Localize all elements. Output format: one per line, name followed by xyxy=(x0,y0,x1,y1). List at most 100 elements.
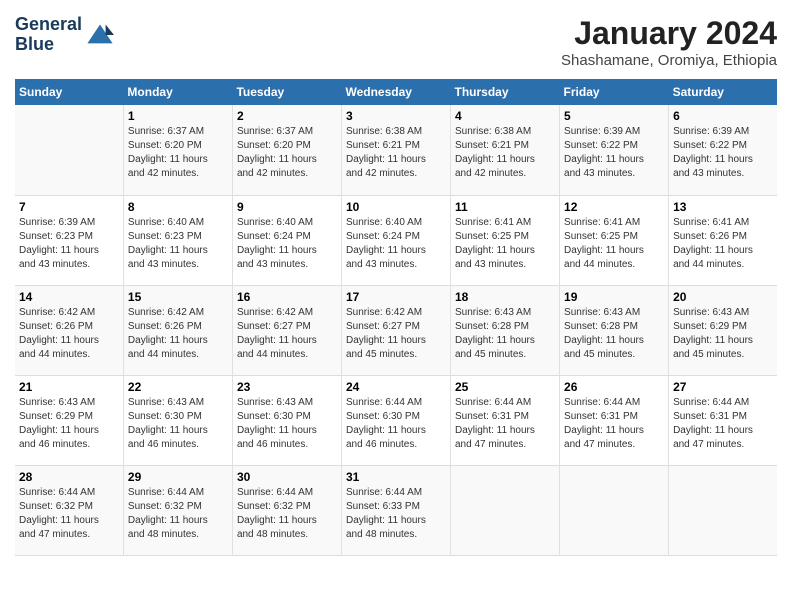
logo: GeneralBlue xyxy=(15,15,114,55)
day-info: Sunrise: 6:43 AMSunset: 6:29 PMDaylight:… xyxy=(19,396,119,452)
calendar-cell: 12 Sunrise: 6:41 AMSunset: 6:25 PMDayligh… xyxy=(560,195,669,285)
day-info: Sunrise: 6:39 AMSunset: 6:23 PMDaylight:… xyxy=(19,216,119,272)
calendar-cell: 17Sunrise: 6:42 AMSunset: 6:27 PMDayligh… xyxy=(341,285,450,375)
day-info: Sunrise: 6:43 AMSunset: 6:28 PMDaylight:… xyxy=(564,306,664,362)
calendar-cell: 3 Sunrise: 6:38 AMSunset: 6:21 PMDaylight… xyxy=(341,105,450,195)
day-number: 23 xyxy=(237,380,337,394)
day-number: 13 xyxy=(673,200,773,214)
calendar-cell: 9 Sunrise: 6:40 AMSunset: 6:24 PMDaylight… xyxy=(232,195,341,285)
day-number: 22 xyxy=(128,380,228,394)
day-info: Sunrise: 6:43 AMSunset: 6:29 PMDaylight:… xyxy=(673,306,773,362)
day-number: 21 xyxy=(19,380,119,394)
day-info: Sunrise: 6:42 AMSunset: 6:26 PMDaylight:… xyxy=(128,306,228,362)
day-number: 30 xyxy=(237,470,337,484)
column-header-wednesday: Wednesday xyxy=(341,79,450,105)
calendar-cell: 20 Sunrise: 6:43 AMSunset: 6:29 PMDayligh… xyxy=(669,285,777,375)
day-number: 24 xyxy=(346,380,446,394)
day-info: Sunrise: 6:43 AMSunset: 6:28 PMDaylight:… xyxy=(455,306,555,362)
page-header: GeneralBlue January 2024 Shashamane, Oro… xyxy=(15,15,777,69)
logo-icon xyxy=(86,21,114,49)
calendar-cell: 7Sunrise: 6:39 AMSunset: 6:23 PMDaylight… xyxy=(15,195,123,285)
day-number: 20 xyxy=(673,290,773,304)
column-header-tuesday: Tuesday xyxy=(232,79,341,105)
calendar-cell: 24 Sunrise: 6:44 AMSunset: 6:30 PMDayligh… xyxy=(341,375,450,465)
day-info: Sunrise: 6:44 AMSunset: 6:33 PMDaylight:… xyxy=(346,486,446,542)
day-number: 25 xyxy=(455,380,555,394)
header-row: SundayMondayTuesdayWednesdayThursdayFrid… xyxy=(15,79,777,105)
calendar-cell: 18 Sunrise: 6:43 AMSunset: 6:28 PMDayligh… xyxy=(451,285,560,375)
day-number: 27 xyxy=(673,380,773,394)
calendar-cell: 8 Sunrise: 6:40 AMSunset: 6:23 PMDaylight… xyxy=(123,195,232,285)
day-number: 16 xyxy=(237,290,337,304)
calendar-cell: 23 Sunrise: 6:43 AMSunset: 6:30 PMDayligh… xyxy=(232,375,341,465)
day-info: Sunrise: 6:42 AMSunset: 6:27 PMDaylight:… xyxy=(237,306,337,362)
day-info: Sunrise: 6:41 AMSunset: 6:25 PMDaylight:… xyxy=(564,216,664,272)
calendar-cell: 26Sunrise: 6:44 AMSunset: 6:31 PMDayligh… xyxy=(560,375,669,465)
calendar-cell xyxy=(15,105,123,195)
day-info: Sunrise: 6:43 AMSunset: 6:30 PMDaylight:… xyxy=(237,396,337,452)
day-info: Sunrise: 6:44 AMSunset: 6:30 PMDaylight:… xyxy=(346,396,446,452)
column-header-sunday: Sunday xyxy=(15,79,123,105)
day-number: 31 xyxy=(346,470,446,484)
day-number: 4 xyxy=(455,109,555,123)
day-info: Sunrise: 6:44 AMSunset: 6:32 PMDaylight:… xyxy=(19,486,119,542)
day-number: 8 xyxy=(128,200,228,214)
main-title: January 2024 xyxy=(561,15,777,52)
day-number: 29 xyxy=(128,470,228,484)
week-row-5: 28 Sunrise: 6:44 AMSunset: 6:32 PMDayligh… xyxy=(15,465,777,555)
day-info: Sunrise: 6:40 AMSunset: 6:23 PMDaylight:… xyxy=(128,216,228,272)
column-header-saturday: Saturday xyxy=(669,79,777,105)
day-info: Sunrise: 6:44 AMSunset: 6:31 PMDaylight:… xyxy=(455,396,555,452)
day-info: Sunrise: 6:41 AMSunset: 6:26 PMDaylight:… xyxy=(673,216,773,272)
day-info: Sunrise: 6:41 AMSunset: 6:25 PMDaylight:… xyxy=(455,216,555,272)
day-number: 1 xyxy=(128,109,228,123)
calendar-table: SundayMondayTuesdayWednesdayThursdayFrid… xyxy=(15,79,777,556)
subtitle: Shashamane, Oromiya, Ethiopia xyxy=(561,52,777,69)
column-header-monday: Monday xyxy=(123,79,232,105)
day-number: 2 xyxy=(237,109,337,123)
calendar-cell: 30 Sunrise: 6:44 AMSunset: 6:32 PMDayligh… xyxy=(232,465,341,555)
calendar-cell: 5Sunrise: 6:39 AMSunset: 6:22 PMDaylight… xyxy=(560,105,669,195)
calendar-cell: 22Sunrise: 6:43 AMSunset: 6:30 PMDayligh… xyxy=(123,375,232,465)
column-header-friday: Friday xyxy=(560,79,669,105)
day-info: Sunrise: 6:44 AMSunset: 6:31 PMDaylight:… xyxy=(564,396,664,452)
day-number: 28 xyxy=(19,470,119,484)
calendar-cell: 2 Sunrise: 6:37 AMSunset: 6:20 PMDaylight… xyxy=(232,105,341,195)
calendar-cell: 16 Sunrise: 6:42 AMSunset: 6:27 PMDayligh… xyxy=(232,285,341,375)
column-header-thursday: Thursday xyxy=(451,79,560,105)
day-number: 18 xyxy=(455,290,555,304)
day-number: 3 xyxy=(346,109,446,123)
calendar-cell xyxy=(560,465,669,555)
day-number: 6 xyxy=(673,109,773,123)
day-number: 15 xyxy=(128,290,228,304)
calendar-cell: 21 Sunrise: 6:43 AMSunset: 6:29 PMDayligh… xyxy=(15,375,123,465)
calendar-cell: 27Sunrise: 6:44 AMSunset: 6:31 PMDayligh… xyxy=(669,375,777,465)
day-number: 5 xyxy=(564,109,664,123)
day-number: 9 xyxy=(237,200,337,214)
calendar-cell: 15 Sunrise: 6:42 AMSunset: 6:26 PMDayligh… xyxy=(123,285,232,375)
day-number: 12 xyxy=(564,200,664,214)
week-row-3: 14 Sunrise: 6:42 AMSunset: 6:26 PMDayligh… xyxy=(15,285,777,375)
calendar-cell xyxy=(669,465,777,555)
calendar-cell: 13 Sunrise: 6:41 AMSunset: 6:26 PMDayligh… xyxy=(669,195,777,285)
calendar-cell: 10Sunrise: 6:40 AMSunset: 6:24 PMDayligh… xyxy=(341,195,450,285)
calendar-cell: 25 Sunrise: 6:44 AMSunset: 6:31 PMDayligh… xyxy=(451,375,560,465)
day-info: Sunrise: 6:37 AMSunset: 6:20 PMDaylight:… xyxy=(237,125,337,181)
calendar-cell: 1 Sunrise: 6:37 AMSunset: 6:20 PMDaylight… xyxy=(123,105,232,195)
week-row-2: 7Sunrise: 6:39 AMSunset: 6:23 PMDaylight… xyxy=(15,195,777,285)
title-block: January 2024 Shashamane, Oromiya, Ethiop… xyxy=(561,15,777,69)
day-info: Sunrise: 6:40 AMSunset: 6:24 PMDaylight:… xyxy=(237,216,337,272)
day-number: 19 xyxy=(564,290,664,304)
day-info: Sunrise: 6:38 AMSunset: 6:21 PMDaylight:… xyxy=(455,125,555,181)
calendar-cell xyxy=(451,465,560,555)
day-info: Sunrise: 6:40 AMSunset: 6:24 PMDaylight:… xyxy=(346,216,446,272)
calendar-cell: 6Sunrise: 6:39 AMSunset: 6:22 PMDaylight… xyxy=(669,105,777,195)
day-info: Sunrise: 6:37 AMSunset: 6:20 PMDaylight:… xyxy=(128,125,228,181)
calendar-cell: 19 Sunrise: 6:43 AMSunset: 6:28 PMDayligh… xyxy=(560,285,669,375)
day-number: 17 xyxy=(346,290,446,304)
calendar-cell: 31 Sunrise: 6:44 AMSunset: 6:33 PMDayligh… xyxy=(341,465,450,555)
calendar-cell: 14Sunrise: 6:42 AMSunset: 6:26 PMDayligh… xyxy=(15,285,123,375)
day-info: Sunrise: 6:44 AMSunset: 6:32 PMDaylight:… xyxy=(237,486,337,542)
day-info: Sunrise: 6:38 AMSunset: 6:21 PMDaylight:… xyxy=(346,125,446,181)
day-number: 14 xyxy=(19,290,119,304)
